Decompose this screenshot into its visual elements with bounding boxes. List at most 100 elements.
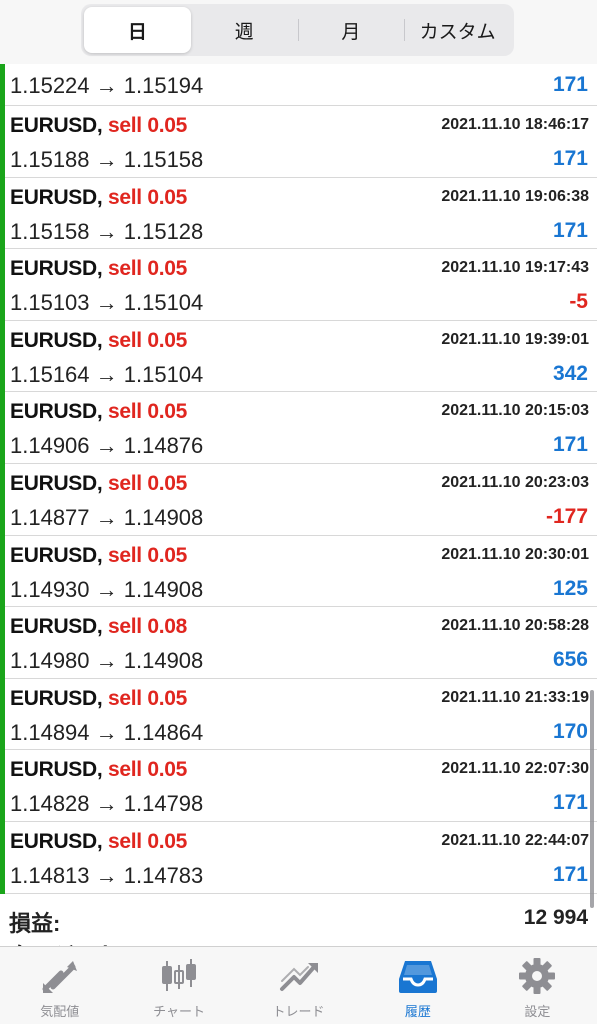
tab-history[interactable]: 履歴 [358,947,477,1024]
deal-profit: 171 [552,791,588,815]
deal-time: 2021.11.10 22:44:07 [441,831,589,849]
tab-label: 履歴 [404,1005,431,1020]
deal-symbol: EURUSD, sell 0.08 [10,615,187,639]
deal-row[interactable]: EURUSD, sell 0.05 2021.11.10 20:23:03 1.14… [0,463,597,536]
deal-type-bar [0,64,5,106]
deal-type-bar [0,821,5,894]
deal-type-bar [0,463,5,536]
deal-symbol-text: EURUSD, [10,615,103,639]
deal-profit: 125 [552,576,588,600]
tab-label: チャート [153,1005,206,1020]
trade-icon [279,963,318,991]
deal-row[interactable]: EURUSD, sell 0.05 2021.11.10 18:46:17 1.15… [0,106,597,178]
deal-side: sell 0.05 [107,257,188,281]
profit-total: 12 994 [523,906,588,929]
deal-side: sell 0.05 [107,758,188,782]
deal-profit: 171 [552,218,588,242]
deal-type-bar [0,607,5,679]
settings-icon [519,958,556,994]
deal-symbol-text: EURUSD, [10,829,103,853]
deals-list[interactable]: 1.15224 → 1.15194 171 EURUSD, sell 0.05 2… [0,64,597,894]
deal-symbol: EURUSD, sell 0.05 [10,830,187,854]
deal-type-bar [0,750,5,822]
deal-side: sell 0.05 [107,686,188,710]
deal-symbol: EURUSD, sell 0.05 [10,257,187,281]
period-day-tab[interactable]: 日 [84,7,191,53]
deal-time: 2021.11.10 21:33:19 [441,688,589,706]
period-segmented-control: 日 週 月 カスタム [81,4,514,56]
deal-side: sell 0.05 [107,829,188,853]
deal-row[interactable]: EURUSD, sell 0.05 2021.11.10 22:44:07 1.14… [0,821,597,894]
deal-symbol-text: EURUSD, [10,185,103,209]
deal-profit: -177 [545,504,588,528]
deal-prices: 1.14877 → 1.14908 [10,504,204,530]
deal-time: 2021.11.10 18:46:17 [441,116,589,133]
deal-side: sell 0.08 [107,615,188,639]
deal-side: sell 0.05 [107,185,188,209]
deal-symbol: EURUSD, sell 0.05 [10,400,187,424]
deal-time: 2021.11.10 19:17:43 [441,259,589,277]
period-custom-tab[interactable]: カスタム [404,7,511,53]
period-month-tab[interactable]: 月 [297,7,405,53]
tab-trade[interactable]: トレード [239,947,358,1024]
deal-type-bar [0,177,5,250]
tab-chart[interactable]: チャート [119,947,238,1024]
deal-row[interactable]: EURUSD, sell 0.05 2021.11.10 19:17:43 1.15… [0,249,597,321]
deal-prices: 1.15224 → 1.15194 [10,73,204,98]
deal-row[interactable]: EURUSD, sell 0.05 2021.11.10 20:30:01 1.14… [0,535,597,608]
summary-panel: 損益: 12 994 クレジット [0,894,597,946]
deal-row[interactable]: EURUSD, sell 0.05 2021.11.10 19:06:38 1.15… [0,177,597,250]
deal-type-bar [0,249,5,321]
deal-prices: 1.14906 → 1.14876 [10,433,204,459]
deal-row[interactable]: EURUSD, sell 0.05 2021.11.10 21:33:19 1.14… [0,678,597,751]
tab-label: 気配値 [40,1005,80,1020]
deal-prices: 1.15188 → 1.15158 [10,147,204,172]
deal-profit: 170 [552,719,588,743]
deal-side: sell 0.05 [107,471,188,495]
deal-profit: 342 [552,361,588,385]
deal-type-bar [0,320,5,393]
deal-symbol-text: EURUSD, [10,758,103,782]
period-week-tab[interactable]: 週 [191,7,298,53]
deal-time: 2021.11.10 19:39:01 [441,330,589,348]
credit-label: クレジット [9,938,119,946]
deal-side: sell 0.05 [107,328,188,352]
deal-prices: 1.14828 → 1.14798 [10,791,204,817]
deal-row[interactable]: EURUSD, sell 0.05 2021.11.10 19:39:01 1.15… [0,320,597,393]
quotes-icon [42,961,77,993]
chart-icon [162,959,197,991]
deal-row[interactable]: 1.15224 → 1.15194 171 [0,64,597,106]
tab-settings[interactable]: 設定 [478,947,597,1024]
deal-time: 2021.11.10 20:30:01 [441,545,589,563]
deal-prices: 1.14813 → 1.14783 [10,862,204,888]
deal-type-bar [0,678,5,751]
deal-symbol-text: EURUSD, [10,257,103,281]
deal-row[interactable]: EURUSD, sell 0.08 2021.11.10 20:58:28 1.14… [0,607,597,679]
deal-symbol-text: EURUSD, [10,471,103,495]
profit-label: 損益: [9,911,61,936]
deal-time: 2021.11.10 20:58:28 [441,617,589,635]
deal-symbol: EURUSD, sell 0.05 [10,544,187,568]
period-header: 日 週 月 カスタム [0,0,597,64]
deal-time: 2021.11.10 20:23:03 [441,473,589,491]
deal-prices: 1.14980 → 1.14908 [10,648,204,674]
deal-symbol-text: EURUSD, [10,686,103,710]
deal-prices: 1.14894 → 1.14864 [10,719,204,745]
deal-symbol: EURUSD, sell 0.05 [10,758,187,782]
deal-symbol: EURUSD, sell 0.05 [10,329,187,353]
deal-profit: 171 [552,433,588,457]
deal-row[interactable]: EURUSD, sell 0.05 2021.11.10 22:07:30 1.14… [0,750,597,822]
deal-profit: 171 [552,862,588,886]
deal-row[interactable]: EURUSD, sell 0.05 2021.11.10 20:15:03 1.14… [0,392,597,464]
deal-profit: 171 [552,147,588,170]
deal-type-bar [0,106,5,178]
tab-quotes[interactable]: 気配値 [0,947,119,1024]
deal-prices: 1.14930 → 1.14908 [10,576,204,602]
deal-time: 2021.11.10 19:06:38 [441,187,589,205]
tab-label: 設定 [524,1005,551,1020]
scrollbar[interactable] [590,690,594,908]
deal-symbol: EURUSD, sell 0.05 [10,186,187,210]
deal-side: sell 0.05 [107,114,188,137]
deal-side: sell 0.05 [107,400,188,424]
deal-symbol-text: EURUSD, [10,114,103,137]
